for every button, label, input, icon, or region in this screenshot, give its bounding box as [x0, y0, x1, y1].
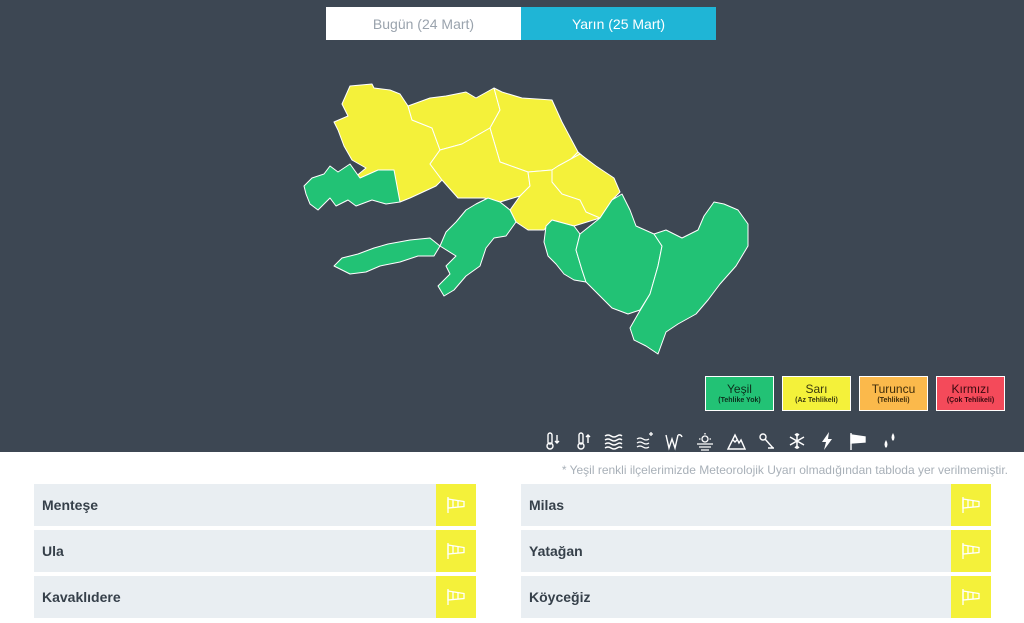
legend-red: Kırmızı (Çok Tehlikeli)	[936, 376, 1005, 411]
warning-row[interactable]: Menteşe	[34, 484, 476, 527]
map-panel: Bugün (24 Mart) Yarın (25 Mart) Yeşil (T…	[0, 0, 1024, 452]
fog-icon[interactable]	[599, 430, 627, 452]
wind-icon	[951, 484, 991, 526]
district-bodrum[interactable]	[303, 163, 401, 211]
district-name: Yatağan	[529, 543, 583, 559]
footnote: * Yeşil renkli ilçelerimizde Meteoroloji…	[561, 463, 1008, 477]
legend-red-label: Kırmızı	[951, 381, 990, 396]
wind-icon	[951, 576, 991, 618]
district-name: Milas	[529, 497, 565, 513]
district-marmaris[interactable]	[437, 197, 517, 297]
day-tabs: Bugün (24 Mart) Yarın (25 Mart)	[326, 7, 716, 40]
district-datca[interactable]	[333, 237, 441, 275]
warning-row[interactable]: Köyceğiz	[521, 576, 991, 619]
district-map	[303, 83, 749, 355]
low-temperature-icon[interactable]	[538, 430, 566, 452]
dust-icon[interactable]	[691, 430, 719, 452]
district-name: Ula	[42, 543, 64, 559]
hazard-icon-bar	[538, 430, 905, 452]
tab-today[interactable]: Bugün (24 Mart)	[326, 7, 521, 40]
district-name: Menteşe	[42, 497, 99, 513]
district-name: Köyceğiz	[529, 589, 591, 605]
warning-row[interactable]: Kavaklıdere	[34, 576, 476, 619]
legend-green: Yeşil (Tehlike Yok)	[705, 376, 774, 411]
high-temperature-icon[interactable]	[569, 430, 597, 452]
legend-red-sub: (Çok Tehlikeli)	[946, 396, 995, 404]
storm-wave-icon[interactable]	[660, 430, 688, 452]
legend-green-label: Yeşil	[727, 381, 752, 396]
warning-row[interactable]: Yatağan	[521, 530, 991, 573]
legend-orange-label: Turuncu	[871, 381, 916, 396]
rain-icon[interactable]	[875, 430, 903, 452]
legend-orange: Turuncu (Tehlikeli)	[859, 376, 928, 411]
warning-row[interactable]: Ula	[34, 530, 476, 573]
warning-row[interactable]: Milas	[521, 484, 991, 527]
lightning-icon[interactable]	[813, 430, 841, 452]
wind-icon	[436, 484, 476, 526]
wind-icon	[436, 576, 476, 618]
tab-tomorrow[interactable]: Yarın (25 Mart)	[521, 7, 716, 40]
legend-yellow-label: Sarı	[805, 381, 828, 396]
snow-icon[interactable]	[783, 430, 811, 452]
legend-yellow: Sarı (Az Tehlikeli)	[782, 376, 851, 411]
wind-icon	[436, 530, 476, 572]
legend-green-sub: (Tehlike Yok)	[718, 396, 761, 404]
district-kavaklidere[interactable]	[489, 87, 579, 173]
legend-yellow-sub: (Az Tehlikeli)	[795, 396, 838, 404]
avalanche-icon[interactable]	[722, 430, 750, 452]
wind-icon	[951, 530, 991, 572]
wind-icon[interactable]	[844, 430, 872, 452]
snow-rain-icon[interactable]	[630, 430, 658, 452]
ice-icon[interactable]	[752, 430, 780, 452]
legend-orange-sub: (Tehlikeli)	[877, 396, 910, 404]
district-name: Kavaklıdere	[42, 589, 121, 605]
